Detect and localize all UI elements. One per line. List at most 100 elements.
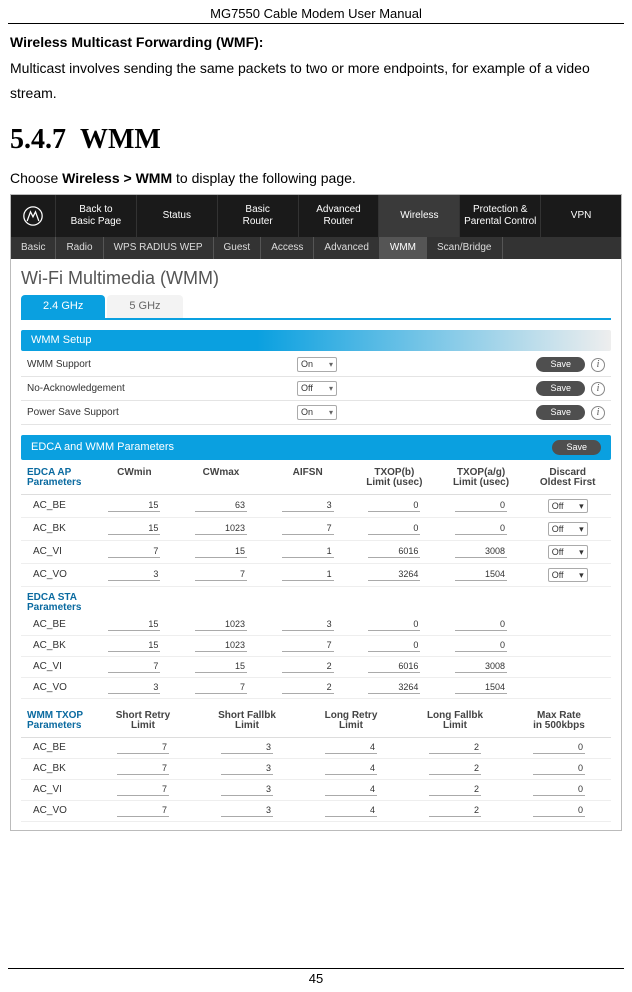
value-input[interactable]: 3008	[455, 546, 507, 558]
info-icon[interactable]: i	[591, 358, 605, 372]
discard-dropdown[interactable]: Off▾	[548, 545, 588, 559]
value-input[interactable]: 0	[368, 500, 420, 512]
value-input[interactable]: 3	[221, 742, 273, 754]
topnav-item[interactable]: Status	[136, 195, 217, 237]
info-icon[interactable]: i	[591, 406, 605, 420]
value-input[interactable]: 3	[108, 569, 160, 581]
value-input[interactable]: 0	[368, 640, 420, 652]
value-input[interactable]: 7	[117, 784, 169, 796]
value-input[interactable]: 3	[221, 763, 273, 775]
value-input[interactable]: 15	[195, 546, 247, 558]
topnav-item[interactable]: Protection & Parental Control	[459, 195, 540, 237]
value-input[interactable]: 1023	[195, 619, 247, 631]
save-button[interactable]: Save	[536, 381, 585, 396]
info-icon[interactable]: i	[591, 382, 605, 396]
value-input[interactable]: 7	[108, 546, 160, 558]
value-input[interactable]: 3264	[368, 569, 420, 581]
row-label: AC_BK	[21, 641, 91, 651]
value-input[interactable]: 4	[325, 784, 377, 796]
value-input[interactable]: 1	[282, 569, 334, 581]
value-input[interactable]: 4	[325, 742, 377, 754]
value-input[interactable]: 15	[195, 661, 247, 673]
value-input[interactable]: 15	[108, 500, 160, 512]
value-input[interactable]: 0	[368, 619, 420, 631]
value-input[interactable]: 15	[108, 619, 160, 631]
subnav-item[interactable]: Basic	[11, 237, 56, 259]
value-input[interactable]: 7	[282, 640, 334, 652]
value-input[interactable]: 1023	[195, 523, 247, 535]
value-input[interactable]: 3	[282, 500, 334, 512]
subnav-item[interactable]: WPS RADIUS WEP	[104, 237, 214, 259]
value-input[interactable]: 2	[429, 763, 481, 775]
value-input[interactable]: 3	[108, 682, 160, 694]
save-button[interactable]: Save	[552, 440, 601, 455]
value-input[interactable]: 7	[117, 805, 169, 817]
discard-dropdown[interactable]: Off▾	[548, 522, 588, 536]
value-input[interactable]: 15	[108, 523, 160, 535]
value-input[interactable]: 7	[282, 523, 334, 535]
band-tab[interactable]: 5 GHz	[107, 295, 182, 318]
value-input[interactable]: 4	[325, 763, 377, 775]
subnav-item[interactable]: Access	[261, 237, 314, 259]
value-input[interactable]: 7	[117, 742, 169, 754]
value-input[interactable]: 6016	[368, 546, 420, 558]
value-input[interactable]: 0	[455, 640, 507, 652]
value-input[interactable]: 2	[282, 682, 334, 694]
value-input[interactable]: 0	[455, 500, 507, 512]
value-input[interactable]: 0	[368, 523, 420, 535]
value-input[interactable]: 0	[533, 805, 585, 817]
value-input[interactable]: 2	[429, 805, 481, 817]
discard-dropdown[interactable]: Off▾	[548, 568, 588, 582]
value-input[interactable]: 3	[282, 619, 334, 631]
band-tab[interactable]: 2.4 GHz	[21, 295, 105, 318]
subnav-item[interactable]: Advanced	[314, 237, 379, 259]
value-input[interactable]: 7	[117, 763, 169, 775]
topnav-item[interactable]: Advanced Router	[298, 195, 379, 237]
value-input[interactable]: 1504	[455, 682, 507, 694]
value-input[interactable]: 1504	[455, 569, 507, 581]
topnav-item[interactable]: Back to Basic Page	[55, 195, 136, 237]
value-input[interactable]: 7	[195, 569, 247, 581]
value-input[interactable]: 3008	[455, 661, 507, 673]
topnav-item[interactable]: VPN	[540, 195, 621, 237]
value-input[interactable]: 0	[455, 523, 507, 535]
subnav-item[interactable]: Scan/Bridge	[427, 237, 502, 259]
value-input[interactable]: 1	[282, 546, 334, 558]
setup-dropdown[interactable]: Off▾	[297, 381, 337, 396]
save-button[interactable]: Save	[536, 357, 585, 372]
value-input[interactable]: 0	[533, 763, 585, 775]
topnav-item[interactable]: Wireless	[378, 195, 459, 237]
motorola-logo-icon[interactable]	[11, 195, 55, 237]
column-header: Short Fallbk Limit	[195, 711, 299, 731]
value-input[interactable]: 15	[108, 640, 160, 652]
value-input[interactable]: 3264	[368, 682, 420, 694]
value-input[interactable]: 2	[429, 784, 481, 796]
choose-paragraph: Choose Wireless > WMM to display the fol…	[10, 170, 622, 186]
value-input[interactable]: 0	[533, 784, 585, 796]
value-input[interactable]: 2	[429, 742, 481, 754]
value-input[interactable]: 0	[533, 742, 585, 754]
value-input[interactable]: 63	[195, 500, 247, 512]
value-input[interactable]: 7	[108, 661, 160, 673]
topnav-item[interactable]: Basic Router	[217, 195, 298, 237]
value-input[interactable]: 3	[221, 805, 273, 817]
txop-header-row: WMM TXOP Parameters Short Retry LimitSho…	[21, 705, 611, 738]
value-input[interactable]: 6016	[368, 661, 420, 673]
value-input[interactable]: 2	[282, 661, 334, 673]
edca-ap-header-row: EDCA AP Parameters CWminCWmaxAIFSNTXOP(b…	[21, 462, 611, 495]
value-input[interactable]: 0	[455, 619, 507, 631]
value-input[interactable]: 1023	[195, 640, 247, 652]
discard-dropdown[interactable]: Off▾	[548, 499, 588, 513]
value-input[interactable]: 7	[195, 682, 247, 694]
setup-label: Power Save Support	[27, 408, 297, 418]
subnav-item[interactable]: Radio	[56, 237, 103, 259]
subnav-item[interactable]: WMM	[380, 237, 427, 259]
subnav-item[interactable]: Guest	[214, 237, 262, 259]
setup-dropdown[interactable]: On▾	[297, 357, 337, 372]
value-input[interactable]: 4	[325, 805, 377, 817]
value-input[interactable]: 3	[221, 784, 273, 796]
setup-label: No-Acknowledgement	[27, 384, 297, 394]
setup-dropdown[interactable]: On▾	[297, 405, 337, 420]
router-ui-screenshot: Back to Basic PageStatusBasic RouterAdva…	[10, 194, 622, 831]
save-button[interactable]: Save	[536, 405, 585, 420]
